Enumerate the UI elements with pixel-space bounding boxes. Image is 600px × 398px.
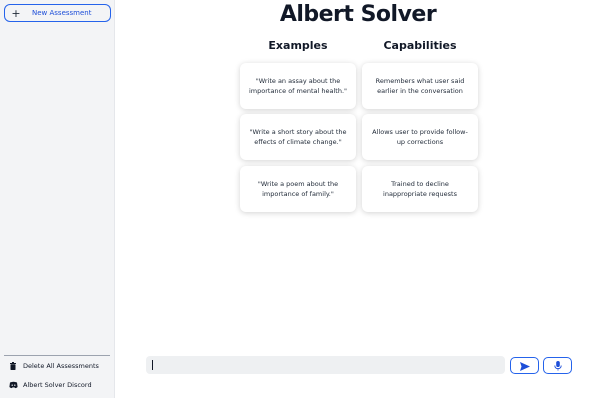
- example-card[interactable]: "Write a short story about the effects o…: [240, 114, 356, 160]
- sidebar: + New Assessment Delete All Assessments …: [0, 0, 115, 398]
- discord-label: Albert Solver Discord: [23, 381, 92, 389]
- main-panel: Albert Solver Examples Capabilities "Wri…: [116, 0, 600, 398]
- delete-all-assessments-button[interactable]: Delete All Assessments: [9, 362, 99, 370]
- new-assessment-label: New Assessment: [32, 9, 92, 17]
- microphone-button[interactable]: [543, 357, 572, 374]
- examples-heading: Examples: [268, 39, 328, 52]
- plus-icon: +: [11, 6, 21, 20]
- page-title: Albert Solver: [279, 2, 437, 27]
- capability-card: Remembers what user said earlier in the …: [362, 63, 478, 109]
- capabilities-heading: Capabilities: [383, 39, 457, 52]
- text-caret: [152, 360, 153, 370]
- example-card[interactable]: "Write an assay about the importance of …: [240, 63, 356, 109]
- capability-card: Trained to decline inappropriate request…: [362, 166, 478, 212]
- message-input[interactable]: [146, 356, 505, 374]
- discord-link[interactable]: Albert Solver Discord: [9, 381, 92, 389]
- send-button[interactable]: [510, 357, 539, 374]
- example-card[interactable]: "Write a poem about the importance of fa…: [240, 166, 356, 212]
- microphone-icon: [553, 356, 562, 375]
- trash-icon: [9, 362, 17, 370]
- sidebar-divider: [4, 355, 110, 356]
- capability-card: Allows user to provide follow-up correct…: [362, 114, 478, 160]
- delete-all-label: Delete All Assessments: [23, 362, 99, 370]
- new-assessment-button[interactable]: + New Assessment: [4, 4, 111, 22]
- send-icon: [519, 356, 530, 375]
- discord-icon: [9, 381, 18, 389]
